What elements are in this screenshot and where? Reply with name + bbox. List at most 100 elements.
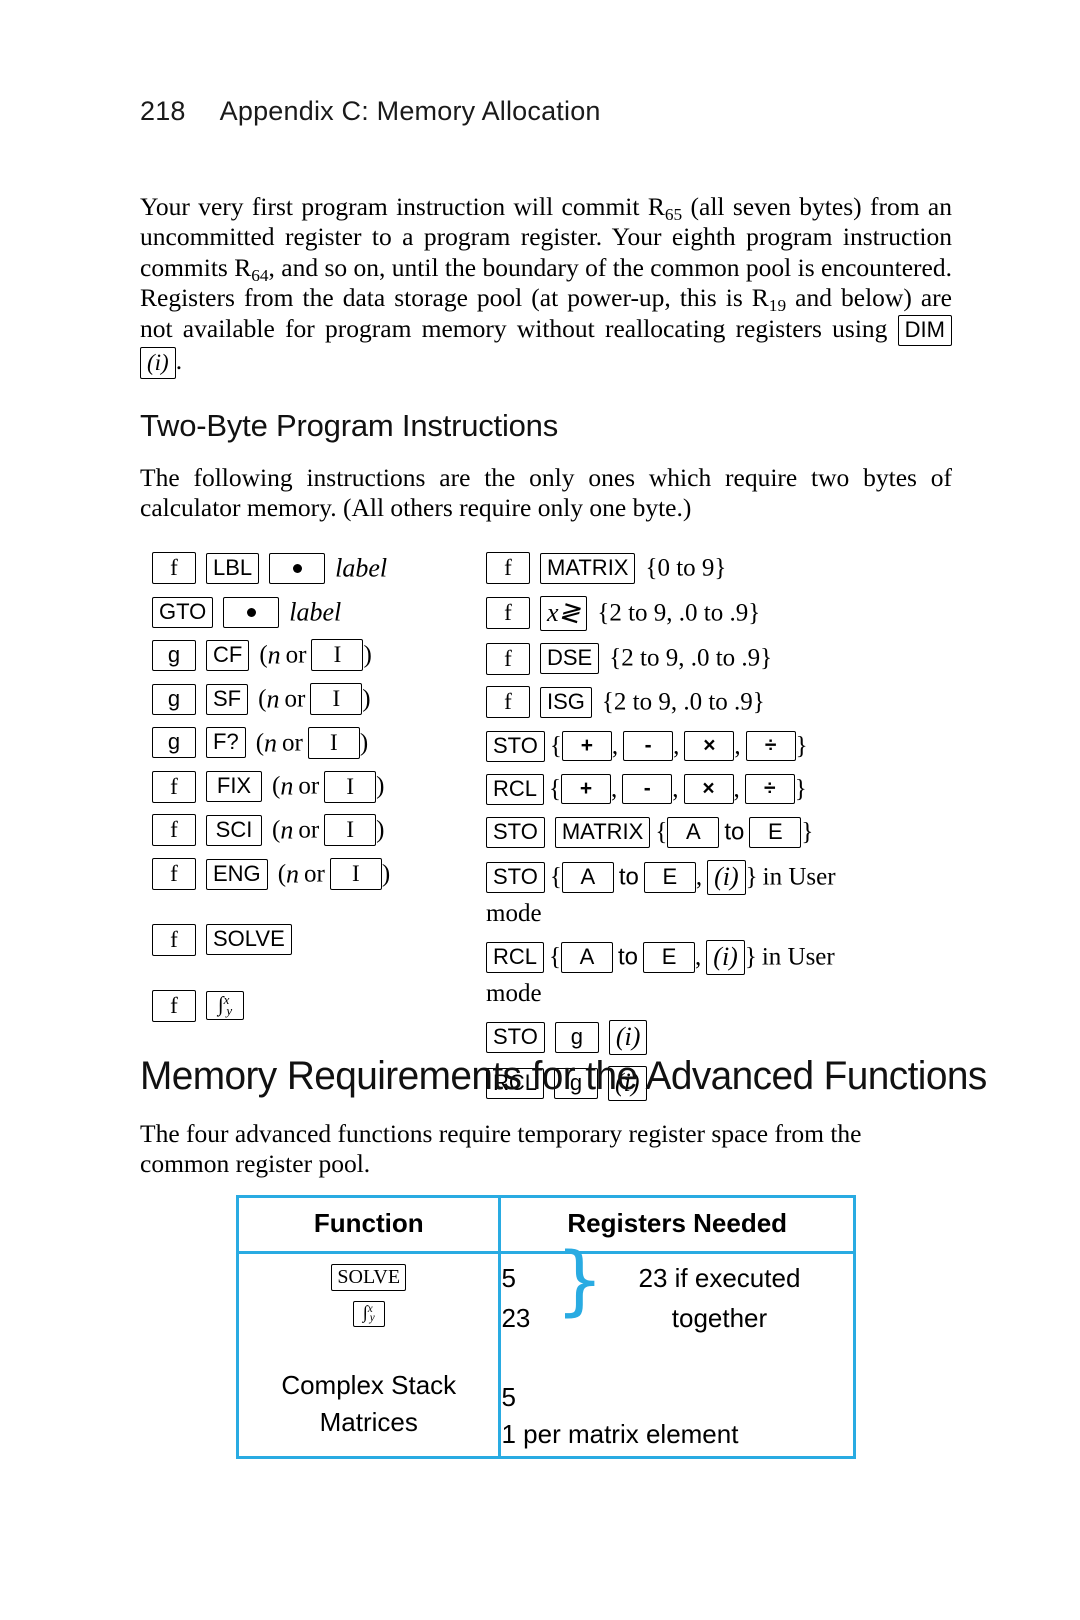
key-g: g: [152, 727, 196, 759]
seq-row-gto: GTO label: [152, 596, 482, 628]
intro-sub-19: 19: [768, 296, 787, 316]
key-fix: FIX: [206, 771, 262, 803]
comma: ,: [733, 775, 740, 803]
range-2-to-9: {2 to 9, .0 to .9}: [597, 599, 761, 627]
n-italic: n: [280, 815, 294, 845]
or-text: or: [284, 685, 306, 713]
seq-row-sf: g SF (n or I): [152, 683, 482, 716]
seq-row-matrix: f MATRIX {0 to 9}: [486, 552, 956, 585]
dot-icon: [246, 607, 256, 617]
seq-row-cf: g CF (n or I): [152, 639, 482, 672]
section-heading-two-byte: Two-Byte Program Instructions: [140, 408, 559, 443]
key-integral: ∫xy: [206, 991, 244, 1021]
intro-seg-1: Your very first program instruction will…: [140, 192, 665, 221]
key-matrix: MATRIX: [554, 817, 651, 849]
document-page: 218 Appendix C: Memory Allocation Your ve…: [0, 0, 1080, 1620]
brace-close: }: [745, 863, 758, 891]
key-f: f: [152, 923, 196, 956]
key-solve: SOLVE: [206, 924, 292, 956]
brace-open: {: [549, 943, 562, 971]
key-sto: STO: [486, 730, 545, 762]
key-lbl: LBL: [206, 552, 260, 584]
integral-subscript: y: [226, 1003, 233, 1019]
key-f: f: [486, 552, 530, 585]
brace-close: }: [794, 775, 807, 803]
key-times: ×: [683, 774, 734, 805]
key-sto: STO: [486, 1021, 545, 1053]
key-rcl: RCL: [486, 941, 545, 973]
sto-user-mode-cont: mode: [486, 900, 542, 928]
running-head: 218 Appendix C: Memory Allocation: [140, 96, 601, 127]
key-f: f: [152, 858, 196, 891]
seq-row-fix: f FIX (n or I): [152, 770, 482, 803]
key-minus: -: [623, 731, 674, 762]
key-i-paren: (i): [140, 347, 176, 380]
registers-stacked-values: 5 23: [501, 1258, 530, 1338]
curly-brace-icon: }: [555, 1235, 604, 1324]
registers-value-integral: 23: [501, 1303, 531, 1333]
key-a: A: [667, 817, 720, 849]
key-g: g: [152, 639, 196, 671]
fn-integral-key-wrap: ∫xy: [239, 1297, 498, 1328]
key-e: E: [749, 817, 802, 849]
fn-solve-key-wrap: SOLVE: [239, 1260, 498, 1291]
key-i-index: I: [324, 814, 377, 847]
n-italic: n: [286, 859, 300, 889]
brace-open: {: [549, 732, 562, 760]
comma: ,: [672, 775, 679, 803]
key-dim: DIM: [897, 315, 952, 347]
comma: ,: [695, 863, 703, 891]
key-cf: CF: [206, 639, 250, 671]
key-a: A: [561, 861, 614, 893]
key-f: f: [152, 552, 196, 585]
key-e: E: [643, 941, 696, 973]
brace-close: }: [795, 732, 808, 760]
intro-sub-65: 65: [664, 204, 683, 224]
key-i-paren: (i): [608, 1019, 648, 1055]
table-header-row: Function Registers Needed: [235, 1195, 856, 1254]
key-eng: ENG: [206, 858, 268, 890]
key-minus: -: [622, 774, 673, 805]
key-rcl: RCL: [486, 773, 545, 805]
seq-row-sto-arith: STO{+, -, ×, ÷}: [486, 730, 956, 762]
paren-open: (: [277, 860, 287, 888]
seq-row-x-exchange: f x≷ {2 to 9, .0 to .9}: [486, 595, 956, 631]
key-i-index: I: [307, 726, 360, 759]
paren-open: (: [259, 641, 268, 669]
intro-sub-64: 64: [251, 265, 269, 285]
key-f: f: [486, 642, 530, 675]
key-i-index: I: [324, 770, 377, 803]
key-g: g: [152, 683, 196, 715]
in-user-text: in User: [762, 863, 836, 891]
label-italic-2: label: [289, 597, 342, 627]
seq-row-sci: f SCI (n or I): [152, 814, 482, 847]
cell-function-advanced: SOLVE ∫xy Complex Stack Matrices: [235, 1251, 502, 1459]
brace-open: {: [549, 775, 562, 803]
main-paragraph: The four advanced functions require temp…: [140, 1119, 862, 1179]
cell-registers: 5 23 } 23 if executed together 5 1 per m…: [498, 1242, 856, 1459]
seq-row-sto-user: STO{Ato E, (i)} in User: [486, 859, 956, 895]
rcl-user-mode-cont: mode: [486, 980, 542, 1008]
fn-spacer: [239, 1334, 498, 1364]
or-text: or: [285, 641, 307, 669]
to-text: to: [618, 943, 639, 971]
key-sto: STO: [486, 861, 545, 893]
intro-paragraph: Your very first program instruction will…: [140, 192, 952, 380]
key-times: ×: [684, 731, 735, 762]
paren-close: ): [362, 685, 371, 713]
seq-row-dse: f DSE {2 to 9, .0 to .9}: [486, 642, 956, 675]
seq-row-rcl-arith: RCL{+, -, ×, ÷}: [486, 773, 956, 805]
seq-row-sto-matrix: STO MATRIX{Ato E}: [486, 816, 956, 849]
key-dot: [223, 596, 280, 628]
paren-close: ): [363, 641, 372, 669]
key-plus: +: [561, 731, 612, 762]
brace-note-line-2: together: [671, 1303, 768, 1333]
key-sequence-column-right: f MATRIX {0 to 9} f x≷ {2 to 9, .0 to .9} fD…: [486, 552, 956, 1113]
brace-close: }: [801, 818, 814, 846]
key-solve: SOLVE: [331, 1263, 407, 1291]
key-a: A: [561, 941, 614, 973]
paren-close: ): [359, 728, 369, 756]
brace-open: {: [549, 863, 562, 891]
key-f: f: [152, 989, 196, 1022]
